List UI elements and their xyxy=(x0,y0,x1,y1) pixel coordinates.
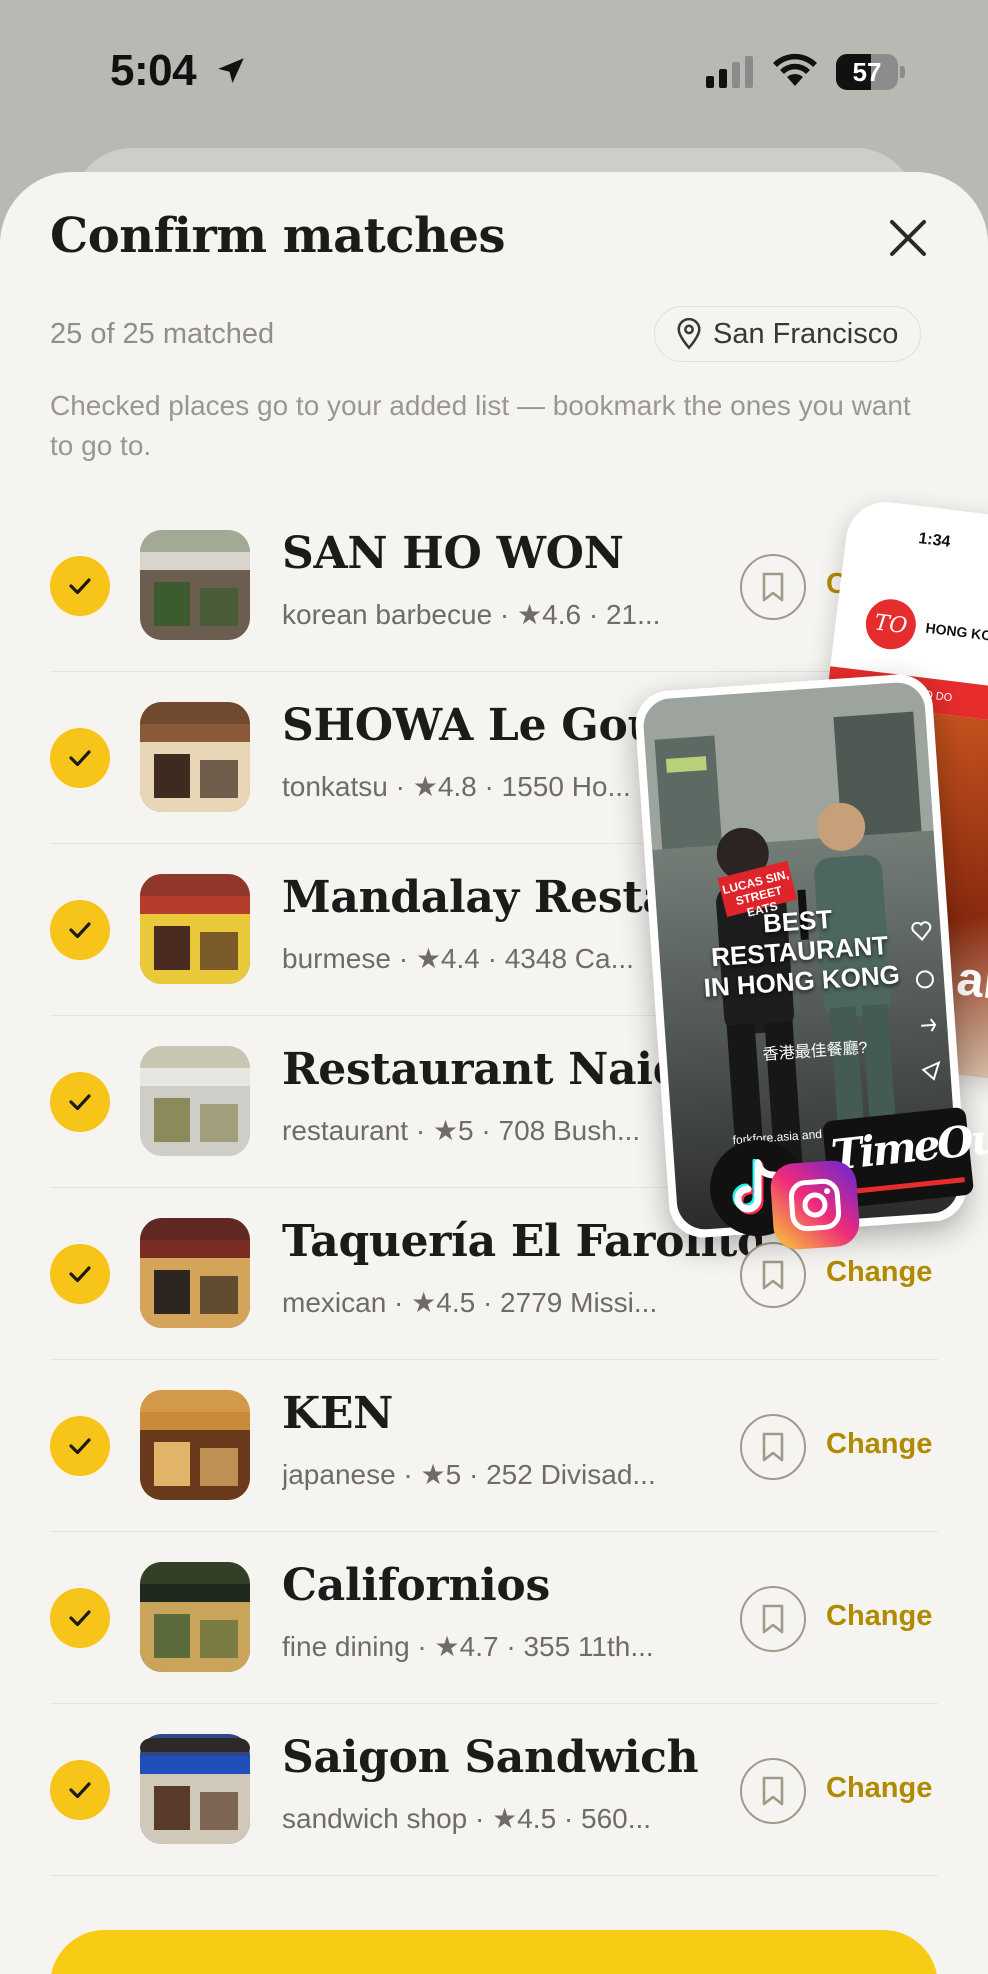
confirm-button[interactable] xyxy=(50,1930,938,1974)
bookmark-icon xyxy=(762,1260,784,1290)
battery-icon: 57 xyxy=(836,54,906,90)
change-link[interactable]: Change xyxy=(826,1428,932,1461)
status-bar: 5:04 57 xyxy=(0,0,988,140)
city-chip[interactable]: San Francisco xyxy=(654,306,922,362)
checkbox[interactable] xyxy=(50,1760,110,1820)
city-chip-label: San Francisco xyxy=(713,317,899,350)
bookmark-button[interactable] xyxy=(740,1586,806,1652)
place-row-2[interactable]: SHOWA Le Gourmet tonkatsu · ★4.8 · 1550 … xyxy=(50,672,938,844)
bookmark-button[interactable] xyxy=(740,1242,806,1308)
match-count: 25 of 25 matched xyxy=(50,318,275,350)
close-icon xyxy=(890,220,926,256)
place-row-6[interactable]: KEN japanese · ★5 · 252 Divisad... Chang… xyxy=(50,1360,938,1532)
check-icon xyxy=(69,1094,91,1111)
place-name: SHOWA Le Gourmet xyxy=(282,700,762,751)
checkbox[interactable] xyxy=(50,1072,110,1132)
place-row-8[interactable]: Saigon Sandwich sandwich shop · ★4.5 · 5… xyxy=(50,1704,938,1876)
bookmark-icon xyxy=(762,572,784,602)
check-icon xyxy=(69,1266,91,1283)
place-thumbnail xyxy=(140,530,250,640)
bookmark-button[interactable] xyxy=(740,1758,806,1824)
change-link[interactable]: Change xyxy=(826,1600,932,1633)
partial-row-thumbnail xyxy=(140,1732,250,1758)
place-name: KEN xyxy=(282,1388,394,1439)
check-icon xyxy=(69,1438,91,1455)
change-link[interactable]: Change xyxy=(826,912,932,945)
bookmark-icon xyxy=(762,1776,784,1806)
wifi-icon xyxy=(773,53,817,86)
bookmark-button[interactable] xyxy=(740,898,806,964)
place-meta: fine dining · ★4.7 · 355 11th... xyxy=(282,1631,654,1662)
place-name: Saigon Sandwich xyxy=(282,1732,699,1783)
place-thumbnail xyxy=(140,1046,250,1156)
place-row-3[interactable]: Mandalay Restaurant burmese · ★4.4 · 434… xyxy=(50,844,938,1016)
bookmark-button[interactable] xyxy=(740,1414,806,1480)
checkbox[interactable] xyxy=(50,728,110,788)
checkbox[interactable] xyxy=(50,900,110,960)
place-meta: sandwich shop · ★4.5 · 560... xyxy=(282,1803,652,1834)
change-link[interactable]: Change xyxy=(826,1084,932,1117)
change-link[interactable]: Change xyxy=(826,568,932,601)
change-link[interactable]: Change xyxy=(826,1256,932,1289)
place-thumbnail xyxy=(140,1390,250,1500)
place-meta: burmese · ★4.4 · 4348 Ca... xyxy=(282,943,634,974)
bookmark-button[interactable] xyxy=(740,554,806,620)
place-meta: tonkatsu · ★4.8 · 1550 Ho... xyxy=(282,771,631,802)
close-button[interactable] xyxy=(880,210,936,266)
bookmark-icon xyxy=(762,1604,784,1634)
place-thumbnail xyxy=(140,1562,250,1672)
place-thumbnail xyxy=(140,874,250,984)
place-row-4[interactable]: Restaurant Naides restaurant · ★5 · 708 … xyxy=(50,1016,938,1188)
check-icon xyxy=(69,1782,91,1799)
checkbox[interactable] xyxy=(50,1416,110,1476)
bookmark-button[interactable] xyxy=(740,1070,806,1136)
map-pin-icon xyxy=(677,318,701,350)
place-meta: mexican · ★4.5 · 2779 Missi... xyxy=(282,1287,658,1318)
place-meta: japanese · ★5 · 252 Divisad... xyxy=(282,1459,656,1490)
place-row-1[interactable]: SAN HO WON korean barbecue · ★4.6 · 21..… xyxy=(50,500,938,672)
place-name: Californios xyxy=(282,1560,550,1611)
change-link[interactable]: Change xyxy=(826,740,932,773)
place-row-5[interactable]: Taquería El Farolito mexican · ★4.5 · 27… xyxy=(50,1188,938,1360)
place-meta: korean barbecue · ★4.6 · 21... xyxy=(282,599,661,630)
checkbox[interactable] xyxy=(50,1244,110,1304)
bookmark-icon xyxy=(762,744,784,774)
place-name: Taquería El Farolito xyxy=(282,1216,762,1267)
sheet-title: Confirm matches xyxy=(50,208,506,264)
cellular-signal-icon xyxy=(706,56,753,88)
checkbox[interactable] xyxy=(50,1588,110,1648)
change-link[interactable]: Change xyxy=(826,1772,932,1805)
place-name: SAN HO WON xyxy=(282,528,624,579)
status-time: 5:04 xyxy=(110,46,197,95)
place-meta: restaurant · ★5 · 708 Bush... xyxy=(282,1115,641,1146)
bookmark-icon xyxy=(762,1088,784,1118)
bookmark-icon xyxy=(762,1432,784,1462)
place-name: Mandalay Restaurant xyxy=(282,872,762,923)
check-icon xyxy=(69,1610,91,1627)
place-row-7[interactable]: Californios fine dining · ★4.7 · 355 11t… xyxy=(50,1532,938,1704)
place-thumbnail xyxy=(140,1218,250,1328)
check-icon xyxy=(69,922,91,939)
battery-percent: 57 xyxy=(852,57,882,87)
check-icon xyxy=(69,578,91,595)
location-arrow-icon xyxy=(218,58,244,84)
confirm-matches-sheet: Confirm matches 25 of 25 matched San Fra… xyxy=(0,172,988,1974)
bookmark-button[interactable] xyxy=(740,726,806,792)
hint-text: Checked places go to your added list — b… xyxy=(50,390,911,461)
check-icon xyxy=(69,750,91,767)
bookmark-icon xyxy=(762,916,784,946)
place-name: Restaurant Naides xyxy=(282,1044,736,1095)
checkbox[interactable] xyxy=(50,556,110,616)
place-thumbnail xyxy=(140,702,250,812)
